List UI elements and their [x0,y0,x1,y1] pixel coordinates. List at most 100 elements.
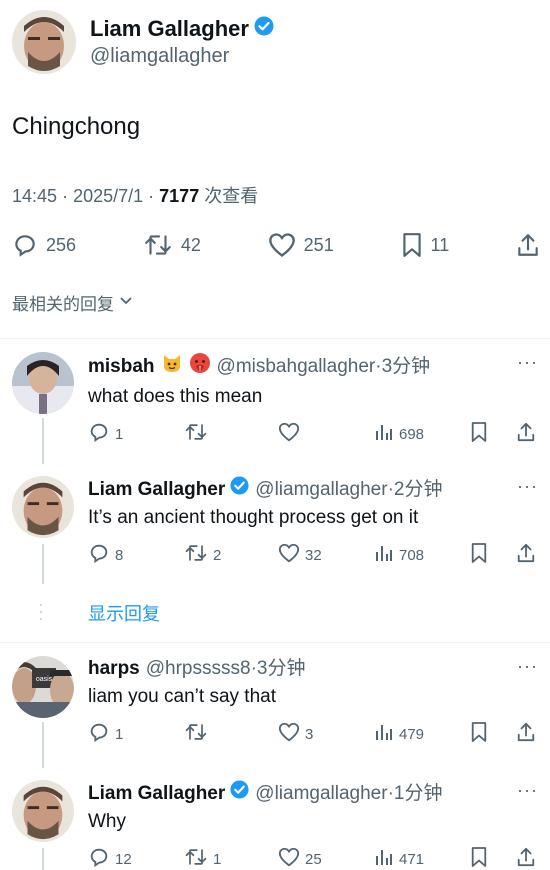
reply-count: 1 [115,425,124,443]
like-button[interactable]: 3 [278,722,313,746]
tweet-date[interactable]: 2025/7/1 [73,186,143,206]
like-count: 3 [305,725,314,743]
reply-icon [88,542,110,568]
like-count: 25 [305,850,322,868]
views-label: 次查看 [204,186,259,206]
bar-chart-icon [374,422,394,446]
reply-button[interactable]: 1 [88,722,123,746]
reply-count: 1 [115,725,124,743]
bookmark-button[interactable]: 11 [401,232,450,258]
tweet-text: Chingchong [12,113,141,140]
retweet-icon [184,421,208,447]
more-options-icon[interactable]: ··· [517,476,538,496]
bookmark-button[interactable] [470,722,488,746]
thread-continuation-dots [40,604,42,620]
thread-line [42,848,44,870]
meta-separator: · [62,186,74,206]
reply-button[interactable]: 12 [88,847,132,870]
views-count: 7177 [159,186,200,206]
bar-chart-icon [374,722,394,746]
bar-chart-icon [374,543,394,567]
sort-replies-dropdown[interactable]: 最相关的回复 [12,290,134,315]
share-button[interactable] [516,847,536,870]
reply-author-handle: @liamgallagher·1分钟 [255,782,443,804]
svg-text:oasis: oasis [36,676,53,683]
bookmark-button[interactable] [470,543,488,567]
retweet-button[interactable]: 1 [184,847,221,870]
more-options-icon[interactable]: ··· [517,656,538,676]
reply-text: Why [88,811,126,832]
views-button[interactable]: 698 [374,422,424,446]
retweet-icon [184,721,208,747]
reply-action-bar: 1 3 479 [88,722,542,746]
share-button[interactable] [516,232,540,258]
share-icon [516,721,536,747]
meta-separator: · [148,186,160,206]
more-options-icon[interactable]: ··· [517,780,538,800]
bookmark-count: 11 [430,234,450,255]
retweet-button[interactable] [184,422,213,446]
author-name[interactable]: Liam Gallagher [90,15,249,43]
views-count: 479 [399,725,425,743]
bookmark-icon [470,721,488,747]
retweet-button[interactable] [184,722,213,746]
like-button[interactable]: 25 [278,847,322,870]
author-handle[interactable]: @liamgallagher [90,43,274,69]
avatar[interactable] [12,352,74,414]
more-options-icon[interactable]: ··· [517,352,538,372]
bookmark-icon [470,421,488,447]
bookmark-button[interactable] [470,847,488,870]
reply-button[interactable]: 8 [88,543,123,567]
like-button[interactable]: 251 [268,232,334,258]
heart-icon [278,721,300,747]
heart-icon [278,846,300,870]
verified-badge-icon [254,15,274,43]
chevron-down-icon [118,292,134,313]
avatar[interactable] [12,10,76,74]
reply-action-bar: 12 1 25 471 [88,847,542,870]
avatar[interactable] [12,780,74,842]
share-button[interactable] [516,722,536,746]
tweet-meta: 14:45 · 2025/7/1 · 7177 次查看 [12,182,258,208]
main-tweet-author: Liam Gallagher @liamgallagher [12,10,274,74]
reply-author-name[interactable]: Liam Gallagher [88,477,225,503]
reply-icon [88,846,110,870]
views-button[interactable]: 471 [374,847,424,870]
avatar[interactable] [12,476,74,538]
reply-count: 256 [46,234,77,255]
share-icon [516,421,536,447]
retweet-count: 2 [213,546,222,564]
like-button[interactable]: 32 [278,543,322,567]
reply-author-handle: @hrpsssss8·3分钟 [145,658,306,679]
reply-action-bar: 1 698 [88,422,542,446]
bar-chart-icon [374,847,394,870]
reply-text: liam you can’t say that [88,686,276,707]
retweet-button[interactable]: 2 [184,543,221,567]
views-count: 471 [399,850,425,868]
views-button[interactable]: 479 [374,722,424,746]
share-button[interactable] [516,543,536,567]
views-button[interactable]: 708 [374,543,424,567]
tweet-time[interactable]: 14:45 [12,186,57,206]
reply-button[interactable]: 256 [12,232,76,258]
retweet-icon [184,846,208,870]
avatar[interactable]: oasis [12,656,74,718]
reply-action-bar: 8 2 32 708 [88,543,542,567]
reply-author-name[interactable]: Liam Gallagher [88,781,225,807]
views-count: 708 [399,546,425,564]
share-icon [516,542,536,568]
retweet-button[interactable]: 42 [143,232,201,258]
share-button[interactable] [516,422,536,446]
reply-button[interactable]: 1 [88,422,123,446]
share-icon [516,846,536,870]
reply-count: 8 [115,546,124,564]
like-button[interactable] [278,422,305,446]
thread-line [42,722,44,768]
bookmark-button[interactable] [470,422,488,446]
cat-emoji-icon [161,352,183,382]
reply-author-name[interactable]: harps [88,656,140,682]
retweet-count: 42 [180,234,201,255]
reply-author-name[interactable]: misbah [88,354,155,380]
show-replies-link[interactable]: 显示回复 [88,600,160,626]
reply-icon [88,421,110,447]
